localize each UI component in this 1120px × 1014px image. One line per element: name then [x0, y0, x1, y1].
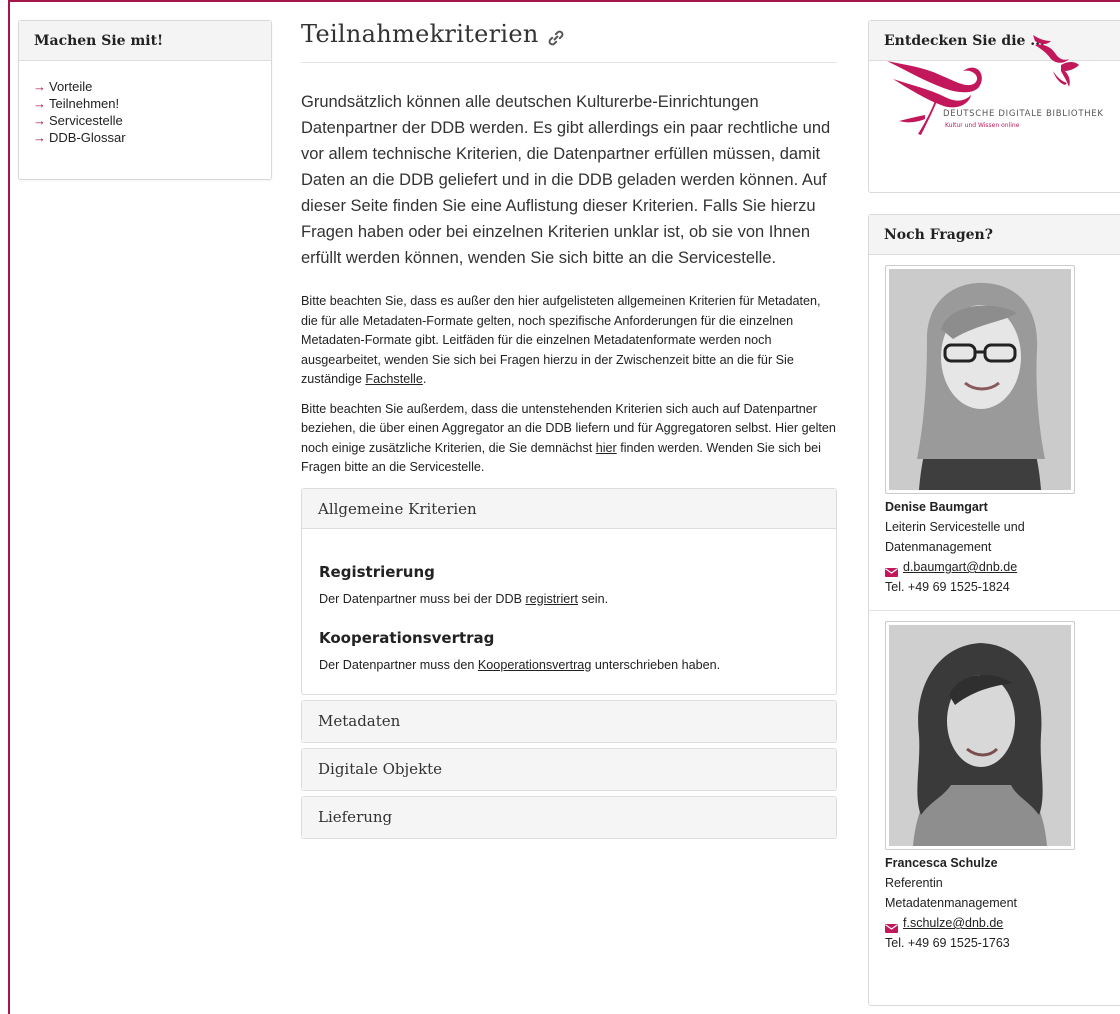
- hier-link[interactable]: hier: [596, 441, 617, 455]
- sidebar-nav: → Vorteile → Teilnehmen! → Servicestelle → D…: [19, 61, 271, 146]
- sidebar-item-label[interactable]: Servicestelle: [49, 113, 123, 128]
- arrow-right-icon: →: [33, 130, 46, 145]
- contact-box: Noch Fragen? Denise Baumgart Leiterin Se…: [868, 214, 1120, 1006]
- contact-email-link[interactable]: d.baumgart@dnb.de: [903, 557, 1017, 577]
- contact-email-link[interactable]: f.schulze@dnb.de: [903, 913, 1003, 933]
- accordion-header[interactable]: Digitale Objekte: [302, 748, 836, 790]
- section-text-kooperationsvertrag: Der Datenpartner muss den Kooperationsve…: [319, 658, 819, 672]
- contact-role: Referentin: [885, 876, 943, 890]
- contact-email-row: f.schulze@dnb.de: [885, 913, 1111, 933]
- accordion-allgemeine-kriterien: Allgemeine Kriterien Registrierung Der D…: [301, 487, 837, 695]
- logo-wordmark: DEUTSCHE DIGITALE BIBLIOTHEK: [943, 109, 1104, 119]
- sidebar-box: Machen Sie mit! → Vorteile → Teilnehmen! →…: [18, 20, 272, 180]
- mail-icon: [885, 563, 898, 577]
- accordion-header[interactable]: Allgemeine Kriterien: [302, 488, 836, 529]
- sidebar-item-vorteile[interactable]: → Vorteile: [33, 78, 257, 95]
- avatar: [885, 265, 1075, 494]
- contact-role: Leiterin Servicestelle und: [885, 520, 1025, 534]
- discover-box: Entdecken Sie die ... DEUTSCHE DIGITALE …: [868, 20, 1120, 193]
- contact-role: Datenmanagement: [885, 540, 992, 554]
- sidebar-title: Machen Sie mit!: [19, 21, 271, 61]
- permalink-icon[interactable]: [547, 25, 565, 46]
- contact-box-title: Noch Fragen?: [869, 215, 1120, 255]
- ddb-logo[interactable]: DEUTSCHE DIGITALE BIBLIOTHEK Kultur und …: [885, 31, 1120, 141]
- contact-email-row: d.baumgart@dnb.de: [885, 557, 1111, 577]
- lead-paragraph: Grundsätzlich können alle deutschen Kult…: [301, 93, 831, 267]
- contact-role: Metadatenmanagement: [885, 896, 1018, 910]
- logo-tagline: Kultur und Wissen online: [945, 122, 1020, 129]
- arrow-right-icon: →: [33, 96, 46, 111]
- contact-divider: [869, 610, 1120, 611]
- info-paragraph-1: Bitte beachten Sie, dass es außer den hi…: [301, 292, 837, 390]
- arrow-right-icon: →: [33, 113, 46, 128]
- section-text-registrierung: Der Datenpartner muss bei der DDB regist…: [319, 592, 819, 606]
- contact-phone: Tel. +49 69 1525-1763: [885, 936, 1010, 950]
- kooperationsvertrag-link[interactable]: Kooperationsvertrag: [478, 658, 591, 672]
- mail-icon: [885, 919, 898, 933]
- contact-card-schulze: Francesca Schulze Referentin Metadatenma…: [869, 621, 1120, 953]
- arrow-right-icon: →: [33, 79, 46, 94]
- accordion-lieferung: Lieferung: [301, 795, 837, 839]
- contact-card-baumgart: Denise Baumgart Leiterin Servicestelle u…: [869, 255, 1120, 597]
- accordion-metadaten: Metadaten: [301, 699, 837, 743]
- info-paragraph-2: Bitte beachten Sie außerdem, dass die un…: [301, 400, 837, 478]
- contact-name: Francesca Schulze: [885, 856, 998, 870]
- section-text: Der Datenpartner muss bei der DDB: [319, 591, 526, 606]
- accordion-header[interactable]: Lieferung: [302, 796, 836, 838]
- portrait-photo-icon: [889, 269, 1071, 490]
- accordion-header[interactable]: Metadaten: [302, 700, 836, 742]
- portrait-photo-icon: [889, 625, 1071, 846]
- registriert-link[interactable]: registriert: [525, 592, 577, 606]
- accordion-body: Registrierung Der Datenpartner muss bei …: [302, 529, 836, 694]
- page-title-text: Teilnahmekriterien: [301, 20, 539, 48]
- contact-phone: Tel. +49 69 1525-1824: [885, 580, 1010, 594]
- sidebar-item-servicestelle[interactable]: → Servicestelle: [33, 112, 257, 129]
- section-heading-kooperationsvertrag: Kooperationsvertrag: [319, 628, 495, 647]
- sidebar-item-glossar[interactable]: → DDB-Glossar: [33, 129, 257, 146]
- section-text: unterschrieben haben.: [591, 657, 721, 672]
- fachstelle-link[interactable]: Fachstelle: [365, 372, 422, 386]
- accordion-digitale-objekte: Digitale Objekte: [301, 747, 837, 791]
- sidebar-item-label[interactable]: Teilnehmen!: [49, 96, 119, 111]
- contact-name: Denise Baumgart: [885, 500, 988, 514]
- section-text: sein.: [577, 591, 609, 606]
- main-content: Teilnahmekriterien Grundsätzlich können …: [301, 20, 837, 839]
- section-heading-registrierung: Registrierung: [319, 562, 435, 581]
- paragraph-text: .: [422, 372, 427, 386]
- section-text: Der Datenpartner muss den: [319, 657, 478, 672]
- avatar: [885, 621, 1075, 850]
- sidebar-item-label[interactable]: DDB-Glossar: [49, 130, 126, 145]
- sidebar-item-teilnehmen[interactable]: → Teilnehmen!: [33, 95, 257, 112]
- page-title: Teilnahmekriterien: [301, 20, 837, 63]
- sidebar-item-label[interactable]: Vorteile: [49, 79, 92, 94]
